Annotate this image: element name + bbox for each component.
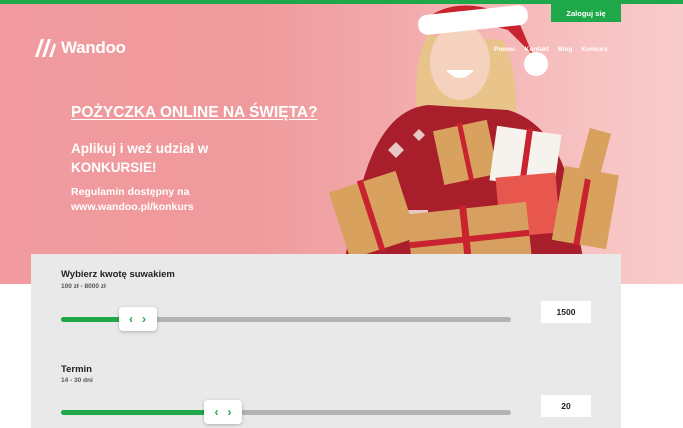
hero-headline[interactable]: POŻYCZKA ONLINE NA ŚWIĘTA? [71,104,318,122]
hero-rules-text: Regulamin dostępny na www.wandoo.pl/konk… [71,186,194,213]
hero-subtitle: Aplikuj i weź udział w KONKURSIE! [71,141,209,175]
nav-item-blog[interactable]: Blog [558,46,572,53]
nav-item-kontakt[interactable]: Kontakt [525,46,549,53]
chevron-left-icon: ‹ [214,405,219,419]
term-value-input[interactable]: 20 [541,395,591,417]
wandoo-logo-icon [35,39,56,57]
loan-calculator: Wybierz kwotę suwakiem 100 zł - 8000 zł … [31,254,621,428]
amount-slider[interactable]: ‹ › [61,307,511,331]
term-slider-fill [61,410,223,415]
term-slider-handle[interactable]: ‹ › [204,400,242,424]
main-nav: Pomoc Kontakt Blog Konkurs [494,46,608,53]
hero-banner: Wandoo Pomoc Kontakt Blog Konkurs POŻYCZ… [0,4,683,284]
chevron-right-icon: › [227,405,232,419]
term-slider[interactable]: ‹ › [61,400,511,424]
chevron-left-icon: ‹ [129,312,133,326]
amount-value-input[interactable]: 1500 [541,301,591,323]
brand-logo[interactable]: Wandoo [33,37,126,59]
nav-item-pomoc[interactable]: Pomoc [494,46,516,53]
term-range: 14 - 30 dni [61,377,93,384]
login-button[interactable]: Zaloguj się [551,4,621,22]
term-title: Termin [61,364,92,375]
brand-name: Wandoo [61,38,126,57]
chevron-right-icon: › [142,312,146,326]
amount-title: Wybierz kwotę suwakiem [61,269,175,280]
nav-item-konkurs[interactable]: Konkurs [581,46,607,53]
amount-slider-handle[interactable]: ‹ › [118,307,157,331]
amount-range: 100 zł - 8000 zł [61,283,106,290]
